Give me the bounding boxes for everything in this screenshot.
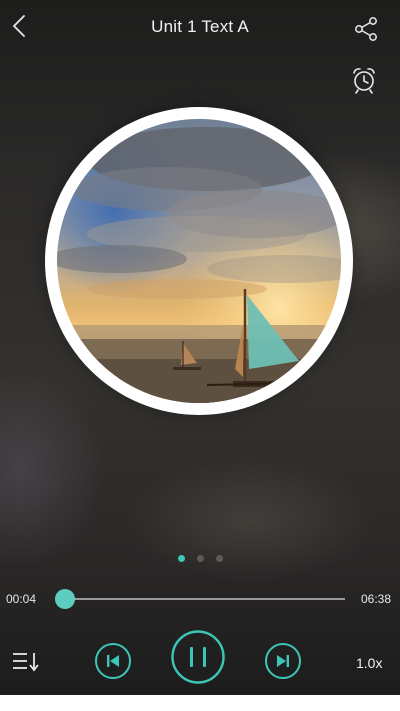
page-title: Unit 1 Text A <box>151 17 249 36</box>
playlist-icon <box>13 653 39 672</box>
chevron-left-icon <box>13 15 25 37</box>
share-icon <box>355 17 377 41</box>
page-dot-3[interactable] <box>215 555 223 562</box>
pause-icon <box>171 630 225 684</box>
next-button[interactable] <box>264 642 302 680</box>
previous-button[interactable] <box>94 642 132 680</box>
progress-bar: 00:04 06:38 <box>0 588 400 610</box>
page-dot-1[interactable] <box>177 555 185 562</box>
playback-controls: 1.0x <box>0 620 400 695</box>
seek-thumb[interactable] <box>54 589 75 609</box>
share-button[interactable] <box>352 15 380 43</box>
playback-speed-button[interactable]: 1.0x <box>356 655 382 671</box>
pause-button[interactable] <box>170 629 226 685</box>
sailboat-sunset-image <box>57 119 341 403</box>
alarm-button[interactable] <box>350 65 378 95</box>
page-indicator <box>0 555 400 563</box>
alarm-clock-icon <box>353 68 375 94</box>
top-bar: Unit 1 Text A <box>0 0 400 94</box>
current-time: 00:04 <box>6 592 37 606</box>
total-duration: 06:38 <box>360 592 391 606</box>
skip-previous-icon <box>95 643 131 679</box>
album-art-image <box>57 119 341 403</box>
album-cover[interactable] <box>45 107 353 415</box>
skip-next-icon <box>265 643 301 679</box>
playlist-button[interactable] <box>12 650 40 674</box>
seek-track[interactable] <box>54 589 345 609</box>
back-button[interactable] <box>8 12 34 42</box>
player-screen: Unit 1 Text A 00:04 06:38 1.0x <box>0 0 400 695</box>
page-dot-2[interactable] <box>196 555 204 562</box>
